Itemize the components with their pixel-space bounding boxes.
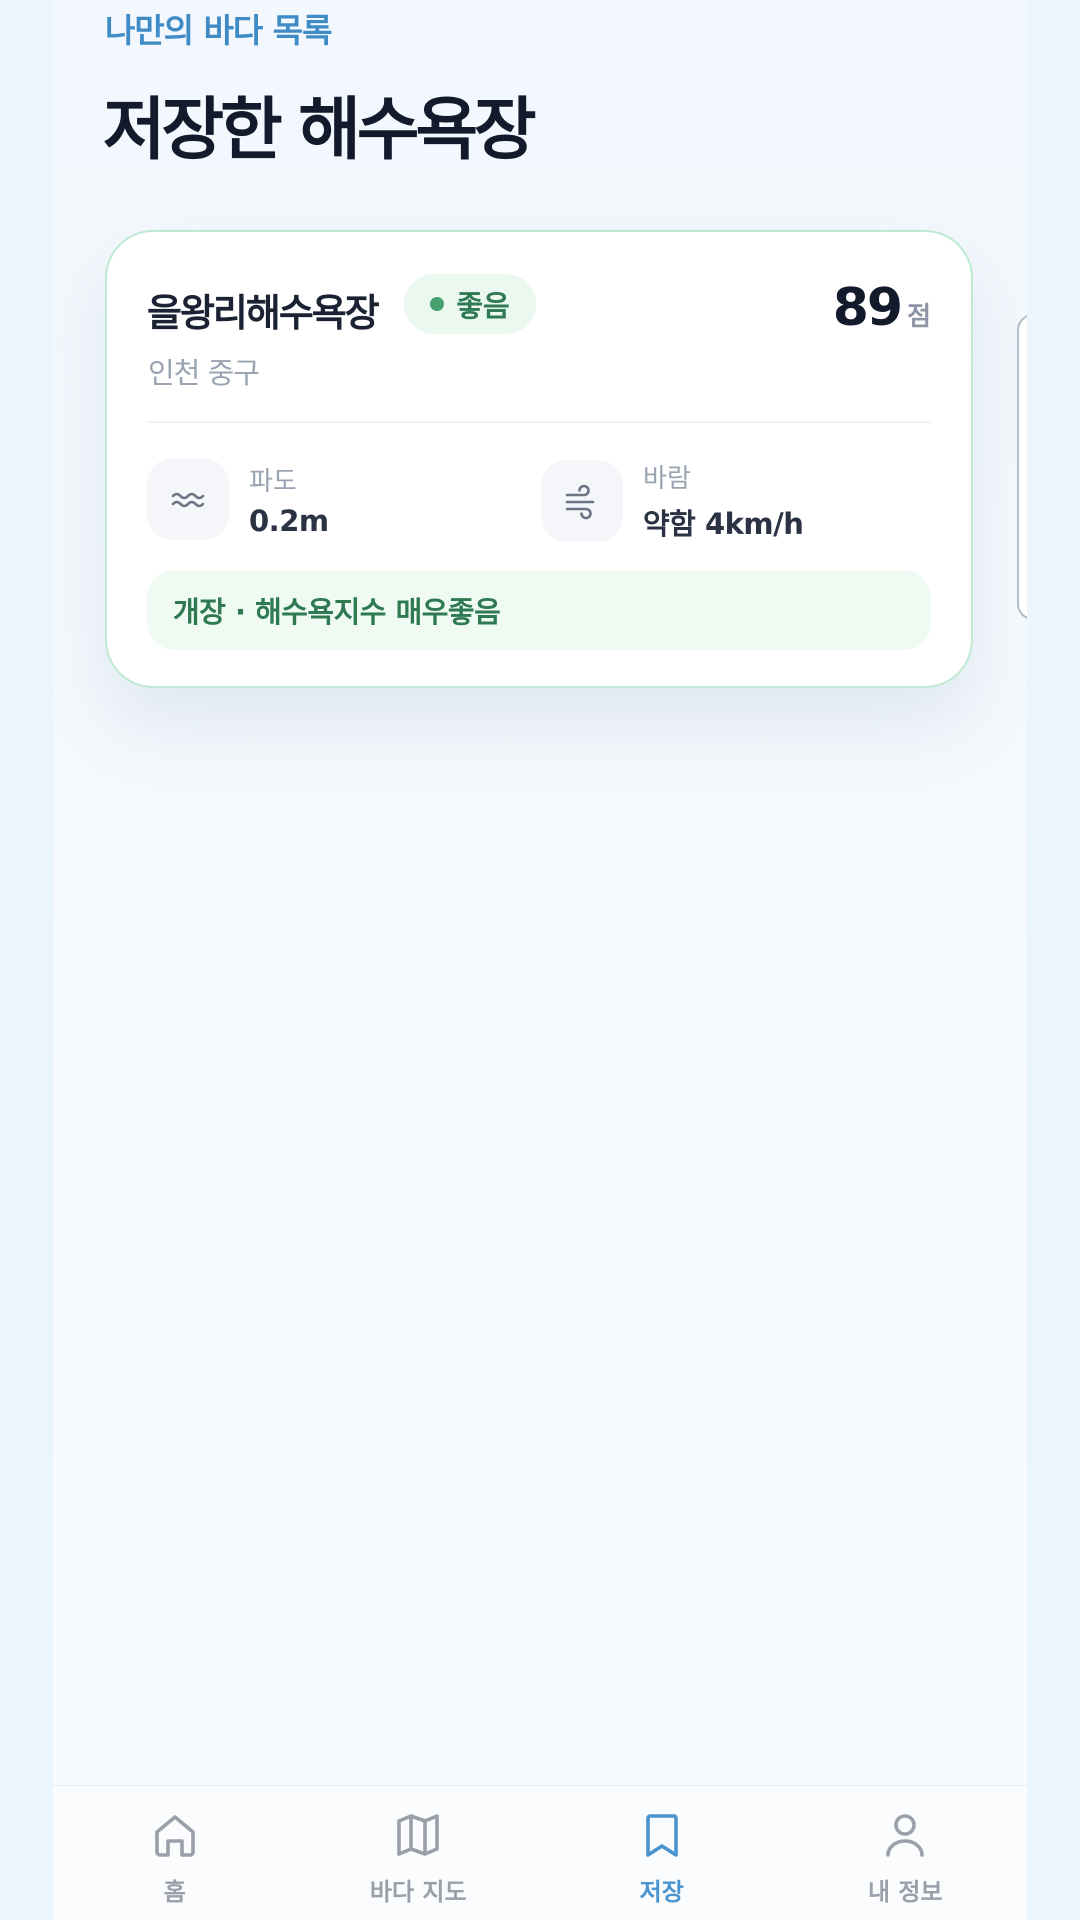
next-card-peek[interactable] bbox=[1017, 314, 1027, 620]
tab-home-label: 홈 bbox=[163, 1878, 186, 1906]
tab-sea-map[interactable]: 바다 지도 bbox=[297, 1786, 541, 1920]
tab-home[interactable]: 홈 bbox=[53, 1786, 297, 1920]
beach-status-bar: 개장 · 해수욕지수 매우좋음 bbox=[147, 570, 931, 650]
wind-icon bbox=[541, 459, 623, 542]
beach-card[interactable]: 을왕리해수욕장 좋음 인천 중구 89 점 파도 0.2m 바람 약함 4km/… bbox=[105, 230, 973, 688]
beach-region: 인천 중구 bbox=[148, 356, 260, 390]
user-icon bbox=[886, 1814, 925, 1857]
wind-label: 바람 bbox=[643, 464, 691, 494]
beach-score: 89 점 bbox=[833, 278, 931, 338]
wave-metric: 파도 0.2m bbox=[147, 458, 329, 540]
status-badge: 좋음 bbox=[404, 274, 536, 334]
beach-status-text: 개장 · 해수욕지수 매우좋음 bbox=[173, 595, 501, 629]
bookmark-icon bbox=[645, 1814, 678, 1857]
tab-saved-label: 저장 bbox=[639, 1878, 684, 1906]
score-unit: 점 bbox=[907, 302, 931, 332]
wave-icon bbox=[147, 458, 229, 540]
tab-my-info-label: 내 정보 bbox=[867, 1878, 943, 1906]
tab-sea-map-label: 바다 지도 bbox=[369, 1878, 467, 1906]
status-dot-icon bbox=[430, 297, 445, 311]
wave-value: 0.2m bbox=[249, 503, 329, 538]
bottom-tab-bar: 홈 바다 지도 저장 내 정보 bbox=[53, 1785, 1027, 1920]
map-icon bbox=[397, 1814, 440, 1856]
app-screen: 나만의 바다 목록 저장한 해수욕장 을왕리해수욕장 좋음 인천 중구 89 점… bbox=[53, 0, 1027, 1920]
page-subtitle: 나만의 바다 목록 bbox=[105, 11, 332, 50]
status-badge-label: 좋음 bbox=[456, 289, 510, 323]
wave-label: 파도 bbox=[249, 466, 297, 497]
wind-metric: 바람 약함 4km/h bbox=[541, 458, 804, 543]
score-value: 89 bbox=[832, 278, 903, 338]
page-title: 저장한 해수욕장 bbox=[103, 91, 537, 170]
wind-value: 약함 4km/h bbox=[643, 507, 804, 541]
home-icon bbox=[154, 1815, 195, 1857]
card-divider bbox=[147, 421, 931, 423]
beach-name: 을왕리해수욕장 bbox=[147, 291, 380, 335]
tab-my-info[interactable]: 내 정보 bbox=[784, 1786, 1028, 1920]
tab-saved[interactable]: 저장 bbox=[540, 1786, 784, 1920]
